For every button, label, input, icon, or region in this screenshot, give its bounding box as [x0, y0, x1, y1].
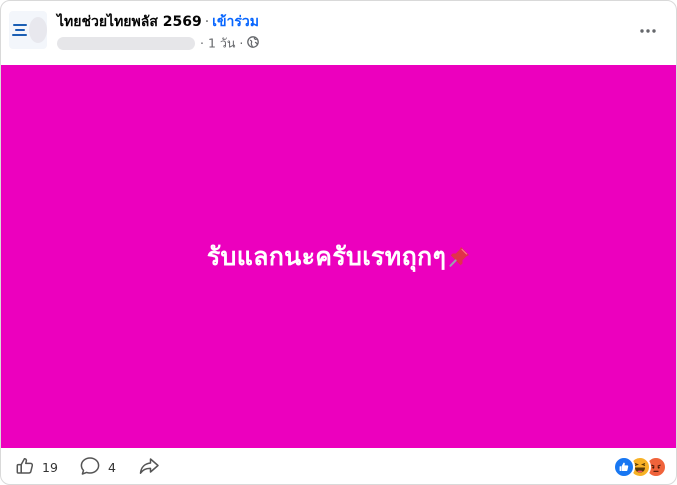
- join-group-link[interactable]: เข้าร่วม: [212, 14, 259, 30]
- like-reaction-icon: [613, 456, 635, 478]
- group-name-link[interactable]: ไทยช่วยไทยพลัส 2569: [57, 14, 202, 30]
- comment-button[interactable]: 4: [79, 456, 116, 478]
- post-footer: 19 4: [1, 448, 676, 484]
- globe-icon: [247, 35, 260, 53]
- post-meta-row: · 1 วัน ·: [57, 34, 260, 53]
- post-card: ไทยช่วยไทยพลัส 2569 · เข้าร่วม · 1 วัน · ร…: [0, 0, 677, 485]
- reaction-summary[interactable]: [613, 456, 667, 478]
- post-content-background[interactable]: รับแลกนะครับเรทถุกๆ: [1, 65, 676, 448]
- pushpin-icon: [448, 244, 472, 272]
- like-icon: [15, 456, 35, 479]
- post-title-row: ไทยช่วยไทยพลัส 2569 · เข้าร่วม: [57, 13, 259, 31]
- avatar-blur: [29, 17, 47, 43]
- post-text-line: รับแลกนะครับเรทถุกๆ: [207, 237, 472, 277]
- share-button[interactable]: [138, 456, 160, 478]
- title-separator: ·: [204, 14, 210, 30]
- avatar-logo-stroke: [12, 34, 27, 36]
- like-count: 19: [42, 459, 58, 475]
- post-time[interactable]: · 1 วัน ·: [200, 36, 243, 51]
- share-icon: [138, 456, 160, 479]
- like-button[interactable]: 19: [15, 456, 58, 478]
- avatar-logo-stroke: [15, 29, 25, 31]
- more-icon[interactable]: [636, 19, 660, 43]
- post-header: ไทยช่วยไทยพลัส 2569 · เข้าร่วม · 1 วัน ·: [1, 1, 676, 65]
- comment-count: 4: [108, 459, 116, 475]
- group-avatar[interactable]: [9, 11, 47, 49]
- avatar-logo-stroke: [13, 24, 27, 26]
- post-text: รับแลกนะครับเรทถุกๆ: [206, 241, 447, 271]
- author-name-blurred: [57, 37, 195, 50]
- comment-icon: [79, 456, 101, 479]
